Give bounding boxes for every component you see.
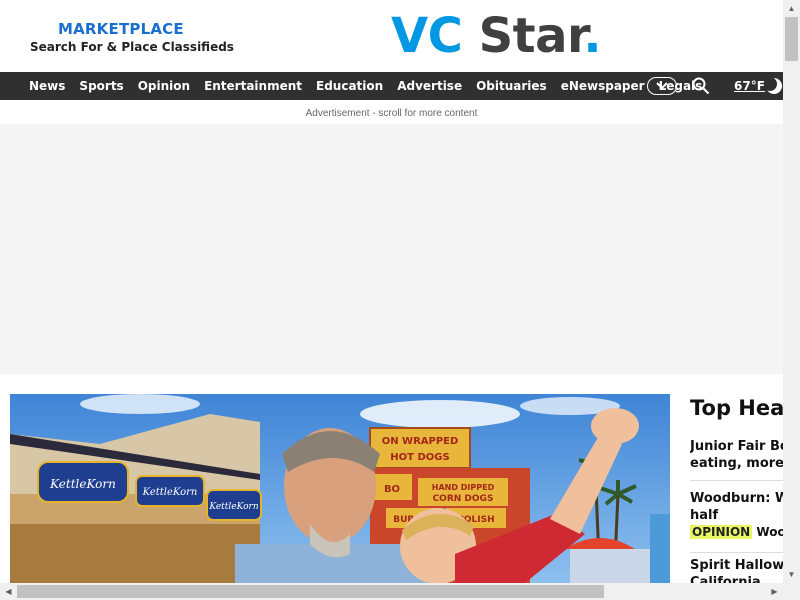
- nav-item-advertise[interactable]: Advertise: [390, 79, 469, 93]
- chevron-down-icon: [656, 82, 668, 90]
- search-icon: [692, 77, 710, 95]
- headline-line: half: [690, 508, 719, 523]
- hero-sign-4: ON WRAPPED: [382, 436, 459, 447]
- headline-item[interactable]: Woodburn: Wi half OPINION Woody: [690, 490, 783, 541]
- hero-sign-6: BO: [384, 484, 400, 495]
- headline-line: Junior Fair Bo: [690, 439, 783, 454]
- logo-star: Star: [462, 8, 584, 64]
- divider: [690, 552, 783, 553]
- headline-item[interactable]: Spirit Hallowe California: [690, 557, 783, 583]
- nav-item-entertainment[interactable]: Entertainment: [197, 79, 309, 93]
- hero-sign-5: HOT DOGS: [390, 452, 449, 463]
- nav-item-sports[interactable]: Sports: [72, 79, 130, 93]
- nav-item-obituaries[interactable]: Obituaries: [469, 79, 554, 93]
- headline-line: Woodburn: Wi: [690, 491, 783, 506]
- main-nav: News Sports Opinion Entertainment Education A…: [0, 72, 783, 100]
- hero-sign-2: KettleKorn: [142, 487, 198, 498]
- hero-image[interactable]: KettleKorn KettleKorn KettleKorn ON WRAP…: [10, 394, 670, 583]
- scroll-left-arrow-icon[interactable]: ◀: [0, 583, 17, 600]
- logo-vc: VC: [391, 8, 463, 64]
- vertical-scrollbar[interactable]: ▲ ▼: [783, 0, 800, 583]
- nav-item-education[interactable]: Education: [309, 79, 390, 93]
- headline-line: eating, more: [690, 456, 783, 471]
- nav-item-enewspaper[interactable]: eNewspaper: [554, 79, 652, 93]
- nav-item-news[interactable]: News: [22, 79, 72, 93]
- scroll-down-arrow-icon[interactable]: ▼: [783, 566, 800, 583]
- nav-item-opinion[interactable]: Opinion: [131, 79, 197, 93]
- hero-sign-3: KettleKorn: [208, 502, 258, 512]
- more-menu-button[interactable]: [647, 77, 677, 95]
- scroll-up-arrow-icon[interactable]: ▲: [783, 0, 800, 17]
- moon-icon[interactable]: [763, 77, 783, 95]
- search-button[interactable]: [692, 77, 710, 95]
- top-headlines-title: Top Hea: [690, 396, 783, 420]
- ad-slot[interactable]: [0, 124, 783, 374]
- headline-line: Spirit Hallowe: [690, 558, 783, 573]
- headline-line: California: [690, 575, 761, 583]
- horizontal-scroll-thumb[interactable]: [17, 585, 604, 598]
- masthead: MARKETPLACE Search For & Place Classifie…: [0, 0, 783, 72]
- hero-sign-8: CORN DOGS: [433, 494, 494, 504]
- headline-item[interactable]: Junior Fair Bo eating, more: [690, 438, 783, 472]
- hero-sign-7: HAND DIPPED: [432, 483, 495, 492]
- top-headlines: Top Hea Junior Fair Bo eating, more Wood…: [690, 394, 783, 583]
- marketplace-link[interactable]: MARKETPLACE: [58, 20, 184, 38]
- weather-temperature[interactable]: 67°F: [734, 79, 765, 93]
- opinion-tag: OPINION: [690, 525, 753, 539]
- scroll-right-arrow-icon[interactable]: ▶: [766, 583, 783, 600]
- nav-items: News Sports Opinion Entertainment Education A…: [0, 79, 709, 93]
- ad-label: Advertisement - scroll for more content: [0, 100, 783, 124]
- site-logo[interactable]: VC Star.: [391, 8, 602, 64]
- horizontal-scrollbar[interactable]: ◀ ▶: [0, 583, 800, 600]
- logo-dot: .: [583, 8, 602, 64]
- vertical-scroll-thumb[interactable]: [785, 17, 798, 61]
- divider: [690, 480, 783, 481]
- hero-sign-1: KettleKorn: [49, 477, 116, 491]
- marketplace-subtitle[interactable]: Search For & Place Classifieds: [30, 40, 234, 54]
- headline-line: Woody: [756, 525, 783, 539]
- hero-photo: KettleKorn KettleKorn KettleKorn ON WRAP…: [10, 394, 670, 583]
